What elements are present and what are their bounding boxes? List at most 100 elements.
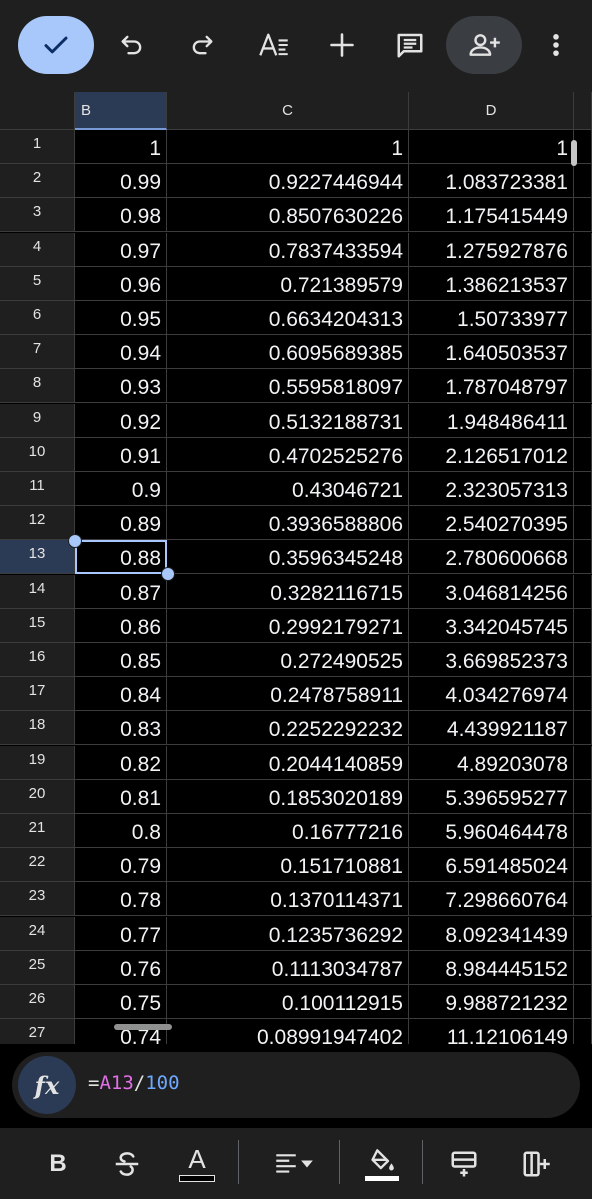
comment-button[interactable] [386, 16, 434, 74]
cell-e[interactable] [574, 506, 592, 541]
cell-c[interactable]: 0.3936588806 [167, 506, 409, 541]
cell-c[interactable]: 0.4702525276 [167, 437, 409, 472]
cell-c[interactable]: 0.272490525 [167, 643, 409, 677]
row-header[interactable]: 25 [0, 950, 75, 985]
cell-d[interactable]: 3.046814256 [409, 574, 574, 609]
row-header[interactable]: 26 [0, 985, 75, 1019]
cell-d[interactable]: 1.640503537 [409, 335, 574, 370]
cell-e[interactable] [574, 916, 592, 951]
cell-c[interactable]: 0.8507630226 [167, 198, 409, 233]
row-header[interactable]: 12 [0, 506, 75, 541]
cell-e[interactable] [574, 266, 592, 301]
spreadsheet-grid[interactable]: B C D 1 1 1 1 2 0.99 0.9227446944 1.083723381 3 0… [0, 92, 592, 1044]
column-header-d[interactable]: D [409, 92, 574, 130]
row-header[interactable]: 11 [0, 472, 75, 506]
cell-e[interactable] [574, 403, 592, 438]
cell-e[interactable] [574, 335, 592, 370]
cell-b[interactable]: 1 [75, 130, 167, 164]
cell-d[interactable]: 7.298660764 [409, 882, 574, 917]
more-button[interactable] [536, 16, 576, 74]
row-header[interactable]: 14 [0, 574, 75, 609]
cell-c[interactable]: 0.1853020189 [167, 779, 409, 814]
row-header[interactable]: 9 [0, 403, 75, 438]
text-format-button[interactable] [250, 16, 298, 74]
cell-c[interactable]: 0.1113034787 [167, 950, 409, 985]
cell-c[interactable]: 1 [167, 130, 409, 164]
cell-c[interactable]: 0.6095689385 [167, 335, 409, 370]
function-button[interactable]: fx [18, 1056, 76, 1114]
cell-d[interactable]: 1.175415449 [409, 198, 574, 233]
row-header[interactable]: 16 [0, 643, 75, 677]
cell-e[interactable] [574, 745, 592, 780]
cell-c[interactable]: 0.2992179271 [167, 608, 409, 643]
column-header-c[interactable]: C [167, 92, 409, 130]
cell-d[interactable]: 1.386213537 [409, 266, 574, 301]
row-header[interactable]: 20 [0, 779, 75, 814]
cell-d[interactable]: 4.034276974 [409, 677, 574, 712]
redo-button[interactable] [178, 16, 226, 74]
cell-b[interactable]: 0.79 [75, 848, 167, 883]
row-header[interactable]: 7 [0, 335, 75, 370]
cell-d[interactable]: 2.540270395 [409, 506, 574, 541]
cell-b[interactable]: 0.99 [75, 164, 167, 199]
cell-b[interactable]: 0.81 [75, 779, 167, 814]
cell-d[interactable]: 2.126517012 [409, 437, 574, 472]
cell-c[interactable]: 0.5595818097 [167, 369, 409, 404]
cell-c[interactable]: 0.100112915 [167, 985, 409, 1019]
bold-button[interactable]: B [32, 1138, 84, 1190]
cell-d[interactable]: 5.960464478 [409, 814, 574, 848]
cell-e[interactable] [574, 472, 592, 506]
cell-c[interactable]: 0.43046721 [167, 472, 409, 506]
cell-e[interactable] [574, 882, 592, 917]
insert-column-button[interactable] [510, 1138, 562, 1190]
cell-d[interactable]: 1.787048797 [409, 369, 574, 404]
cell-b[interactable]: 0.9 [75, 472, 167, 506]
cell-b[interactable]: 0.78 [75, 882, 167, 917]
row-header[interactable]: 27 [0, 1019, 75, 1044]
cell-b[interactable]: 0.87 [75, 574, 167, 609]
cell-e[interactable] [574, 711, 592, 746]
done-button[interactable] [18, 16, 94, 74]
cell-e[interactable] [574, 677, 592, 712]
cell-c[interactable]: 0.6634204313 [167, 301, 409, 335]
cell-e[interactable] [574, 814, 592, 848]
cell-d[interactable]: 1 [409, 130, 574, 164]
row-header[interactable]: 3 [0, 198, 75, 233]
cell-e[interactable] [574, 198, 592, 233]
insert-button[interactable] [318, 16, 366, 74]
select-all-corner[interactable] [0, 92, 75, 130]
cell-d[interactable]: 11.12106149 [409, 1019, 574, 1044]
row-header[interactable]: 15 [0, 608, 75, 643]
cell-d[interactable]: 1.275927876 [409, 232, 574, 267]
strikethrough-button[interactable] [101, 1138, 153, 1190]
cell-b[interactable]: 0.89 [75, 506, 167, 541]
cell-b[interactable]: 0.92 [75, 403, 167, 438]
cell-b[interactable]: 0.75 [75, 985, 167, 1019]
horizontal-align-button[interactable] [261, 1138, 325, 1190]
row-header[interactable]: 24 [0, 916, 75, 951]
row-header[interactable]: 19 [0, 745, 75, 780]
cell-c[interactable]: 0.1370114371 [167, 882, 409, 917]
cell-d[interactable]: 4.439921187 [409, 711, 574, 746]
cell-c[interactable]: 0.5132188731 [167, 403, 409, 438]
row-header[interactable]: 6 [0, 301, 75, 335]
fill-color-button[interactable] [356, 1138, 408, 1190]
cell-b[interactable]: 0.96 [75, 266, 167, 301]
row-header[interactable]: 10 [0, 437, 75, 472]
row-header[interactable]: 17 [0, 677, 75, 712]
row-header[interactable]: 4 [0, 232, 75, 267]
cell-b[interactable]: 0.86 [75, 608, 167, 643]
cell-b[interactable]: 0.8 [75, 814, 167, 848]
column-header-b[interactable]: B [75, 92, 167, 130]
row-header[interactable]: 22 [0, 848, 75, 883]
cell-d[interactable]: 9.988721232 [409, 985, 574, 1019]
cell-c[interactable]: 0.3282116715 [167, 574, 409, 609]
cell-e[interactable] [574, 232, 592, 267]
cell-b[interactable]: 0.97 [75, 232, 167, 267]
cell-e[interactable] [574, 643, 592, 677]
cell-d[interactable]: 5.396595277 [409, 779, 574, 814]
row-header[interactable]: 13 [0, 540, 75, 575]
cell-c[interactable]: 0.7837433594 [167, 232, 409, 267]
cell-d[interactable]: 8.092341439 [409, 916, 574, 951]
cell-b[interactable]: 0.98 [75, 198, 167, 233]
